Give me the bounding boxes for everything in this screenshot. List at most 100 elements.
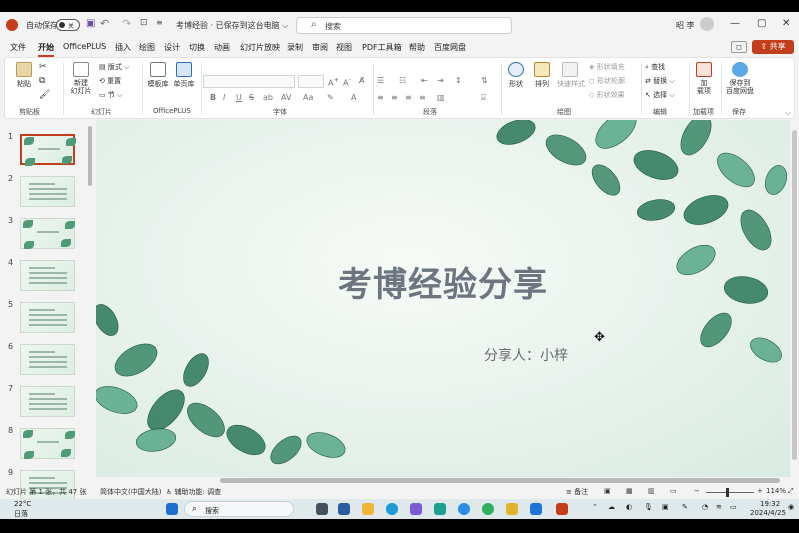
menu-tab-11[interactable]: 视图 [336, 42, 352, 53]
font-name-combo[interactable] [203, 75, 295, 88]
task-view-icon[interactable] [316, 503, 328, 515]
clock-time[interactable]: 19:32 [760, 500, 780, 508]
cloud-icon[interactable]: ☁ [608, 503, 615, 511]
columns-icon[interactable]: ▥ [437, 93, 445, 102]
app-icon[interactable] [410, 503, 422, 515]
autosave-toggle[interactable]: 关 [56, 19, 80, 31]
tray-icon[interactable]: ◔ [702, 503, 708, 511]
section-button[interactable]: ▭ 节 ⌵ [99, 90, 122, 100]
menu-tab-13[interactable]: 帮助 [409, 42, 425, 53]
redo-icon[interactable]: ↷ [122, 17, 131, 30]
menu-tab-1[interactable]: 开始 [38, 42, 54, 57]
single-page-library-button[interactable]: 单页库 [173, 62, 195, 89]
slide-thumbnail[interactable] [20, 134, 76, 166]
undo-icon[interactable]: ↶ [100, 17, 109, 30]
menu-tab-7[interactable]: 动画 [214, 42, 230, 53]
layout-button[interactable]: ▤ 版式 ⌵ [99, 62, 129, 72]
powerpoint-taskbar-icon[interactable] [556, 503, 568, 515]
normal-view-icon[interactable]: ▣ [604, 487, 611, 495]
decrease-indent-icon[interactable]: ⇤ [421, 76, 428, 85]
highlight-icon[interactable]: ✎ [327, 93, 334, 102]
shadow-icon[interactable]: ab [263, 93, 273, 102]
cut-icon[interactable]: ✂ [39, 62, 47, 72]
search-box[interactable]: ⌕ 搜索 [296, 17, 512, 34]
notification-icon[interactable]: ◉ [788, 503, 794, 511]
change-case-icon[interactable]: Aa [303, 93, 313, 102]
fit-slide-icon[interactable]: ⤢ [788, 487, 794, 496]
menu-tab-8[interactable]: 幻灯片放映 [240, 42, 280, 53]
increase-indent-icon[interactable]: ⇥ [437, 76, 444, 85]
vertical-scroll-thumb[interactable] [792, 130, 797, 460]
maximize-button[interactable]: ▢ [757, 18, 766, 29]
slide-editing-area[interactable]: 考博经验分享 分享人：小梓 ✥ [96, 120, 790, 477]
menu-tab-4[interactable]: 绘图 [139, 42, 155, 53]
grow-font-icon[interactable]: A+ [328, 76, 339, 88]
notes-button[interactable]: ≡ 备注 [566, 487, 588, 497]
document-title[interactable]: 考博经验 · 已保存到这台电脑 ⌵ [176, 20, 288, 31]
thumbnail-scrollbar[interactable] [88, 126, 92, 186]
taskbar-search[interactable]: ⌕ 搜索 [184, 501, 294, 517]
arrange-button[interactable]: 排列 [531, 62, 553, 89]
close-button[interactable]: ✕ [782, 18, 790, 29]
addins-button[interactable]: 加 载项 [693, 62, 715, 95]
replace-button[interactable]: ⇄ 替换 ⌵ [645, 76, 675, 86]
collapse-ribbon-icon[interactable]: ⌵ [785, 108, 791, 118]
user-name[interactable]: 昭 李 [676, 20, 695, 31]
bullets-icon[interactable]: ☰ [377, 76, 384, 85]
save-baidu-button[interactable]: 保存到 百度网盘 [725, 62, 755, 95]
char-spacing-icon[interactable]: AV [281, 93, 291, 102]
menu-tab-9[interactable]: 录制 [287, 42, 303, 53]
tray-icon[interactable]: ✎ [682, 503, 688, 511]
slide-thumbnail[interactable] [20, 386, 75, 417]
template-library-button[interactable]: 模板库 [147, 62, 169, 89]
reading-view-icon[interactable]: ▥ [648, 487, 655, 495]
shape-effects-button[interactable]: ◇ 形状效果 [589, 90, 625, 100]
quick-styles-button[interactable]: 快速样式 [557, 62, 585, 89]
clear-format-icon[interactable]: A̸ [359, 76, 364, 85]
shapes-button[interactable]: 形状 [505, 62, 527, 89]
share-button[interactable]: ⇪ 共享 [752, 40, 794, 54]
weather-temp[interactable]: 22°C [14, 500, 31, 508]
strikethrough-button[interactable]: S [249, 93, 254, 102]
tray-icon[interactable]: ◐ [626, 503, 632, 511]
tray-icon[interactable]: ▣ [662, 503, 669, 511]
battery-icon[interactable]: ▭ [730, 503, 737, 511]
slide-subtitle[interactable]: 分享人：小梓 [484, 345, 568, 365]
slide-thumbnail[interactable] [20, 344, 75, 375]
menu-tab-10[interactable]: 审阅 [312, 42, 328, 53]
numbering-icon[interactable]: ☷ [399, 76, 406, 85]
italic-button[interactable]: I [223, 93, 225, 102]
find-button[interactable]: ⌕ 查找 [645, 62, 665, 72]
vertical-scrollbar[interactable] [791, 120, 799, 477]
language-status[interactable]: 简体中文(中国大陆) [100, 487, 161, 497]
new-slide-button[interactable]: 新建 幻灯片 [67, 62, 95, 95]
slide-thumbnail[interactable] [20, 428, 75, 459]
shape-fill-button[interactable]: ◈ 形状填充 [589, 62, 625, 72]
menu-tab-2[interactable]: OfficePLUS [63, 42, 106, 51]
file-explorer-icon[interactable] [362, 503, 374, 515]
browser-icon[interactable] [482, 503, 494, 515]
wifi-icon[interactable]: ≋ [716, 503, 722, 511]
align-right-icon[interactable]: ≡ [405, 93, 412, 102]
paste-button[interactable]: 粘贴 [13, 62, 35, 89]
shrink-font-icon[interactable]: A- [343, 76, 351, 88]
browser-icon[interactable] [458, 503, 470, 515]
menu-tab-3[interactable]: 插入 [115, 42, 131, 53]
slideshow-icon[interactable]: ▭ [670, 487, 677, 495]
slide-thumbnail[interactable] [20, 260, 75, 291]
app-icon[interactable] [434, 503, 446, 515]
microphone-icon[interactable]: 🎙 [644, 503, 653, 511]
widgets-icon[interactable] [338, 503, 350, 515]
start-icon[interactable] [166, 503, 178, 515]
minimize-button[interactable]: — [730, 18, 740, 29]
align-center-icon[interactable]: ≡ [391, 93, 398, 102]
horizontal-scrollbar[interactable] [96, 477, 790, 485]
font-color-icon[interactable]: A [351, 93, 356, 102]
bold-button[interactable]: B [210, 93, 216, 102]
zoom-out-icon[interactable]: − [694, 487, 700, 495]
reset-button[interactable]: ⟲ 重置 [99, 76, 121, 86]
align-left-icon[interactable]: ≡ [377, 93, 384, 102]
accessibility-status[interactable]: ♿ 辅助功能: 调查 [166, 487, 221, 497]
tray-chevron-icon[interactable]: ⌃ [592, 503, 598, 511]
menu-tab-5[interactable]: 设计 [164, 42, 180, 53]
